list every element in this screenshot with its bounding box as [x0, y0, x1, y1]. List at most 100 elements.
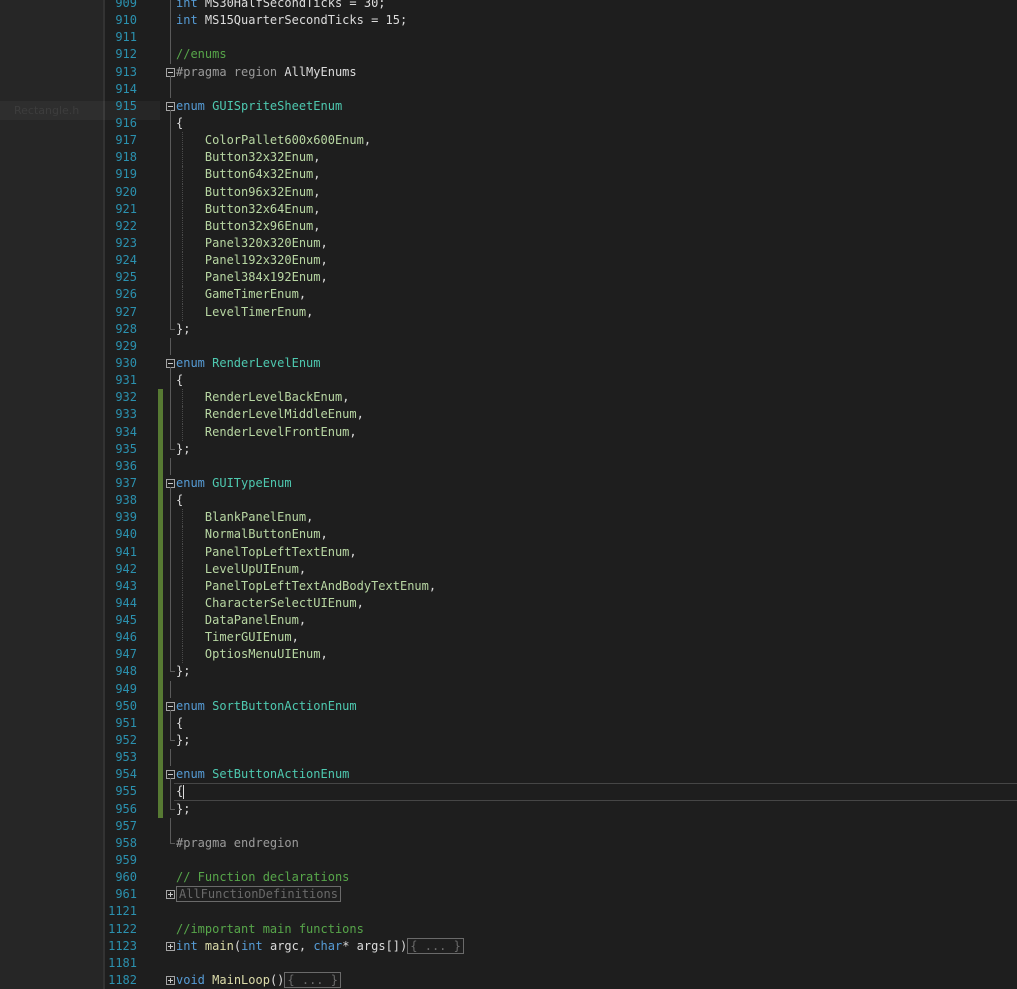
code-text[interactable]: // Function declarations [176, 869, 349, 886]
collapsed-region-box[interactable]: AllFunctionDefinitions [176, 886, 341, 903]
code-line[interactable]: 955 { [0, 783, 1017, 801]
code-line[interactable]: 912 //enums [0, 46, 1017, 64]
code-line[interactable]: 933 RenderLevelMiddleEnum, [0, 406, 1017, 424]
code-line[interactable]: 911 [0, 29, 1017, 47]
code-line[interactable]: 945 DataPanelEnum, [0, 612, 1017, 630]
code-line[interactable]: 947 OptiosMenuUIEnum, [0, 646, 1017, 664]
code-text[interactable]: }; [176, 732, 190, 749]
code-line[interactable]: 920 Button96x32Enum, [0, 183, 1017, 201]
code-line[interactable]: 921 Button32x64Enum, [0, 200, 1017, 218]
code-text[interactable]: { [176, 372, 183, 389]
code-text[interactable]: Button64x32Enum, [176, 166, 321, 183]
code-text[interactable]: { [176, 783, 185, 800]
code-line[interactable]: 944 CharacterSelectUIEnum, [0, 594, 1017, 613]
code-line[interactable]: 937 enum GUITypeEnum [0, 474, 1017, 493]
code-text[interactable]: CharacterSelectUIEnum, [176, 595, 364, 612]
code-line[interactable]: 917 ColorPallet600x600Enum, [0, 132, 1017, 150]
code-line[interactable]: 930 enum RenderLevelEnum [0, 355, 1017, 373]
code-line[interactable]: 909 int MS30HalfSecondTicks = 30; [0, 0, 1017, 13]
code-line[interactable]: 1182 void MainLoop(){ ... } [0, 972, 1017, 989]
code-text[interactable]: Panel192x320Enum, [176, 252, 328, 269]
code-text[interactable]: LevelTimerEnum, [176, 304, 313, 321]
code-text[interactable]: enum SortButtonActionEnum [176, 698, 357, 715]
code-line[interactable]: 958 #pragma endregion [0, 834, 1017, 852]
collapsed-region-box[interactable]: { ... } [284, 972, 341, 989]
code-text[interactable]: PanelTopLeftTextAndBodyTextEnum, [176, 578, 436, 595]
code-text[interactable]: { [176, 115, 183, 132]
code-line[interactable]: 957 [0, 817, 1017, 835]
code-text[interactable]: //enums [176, 46, 227, 63]
collapsed-region-box[interactable]: { ... } [407, 937, 464, 954]
code-line[interactable]: 1122 //important main functions [0, 921, 1017, 938]
code-line[interactable]: 934 RenderLevelFrontEnum, [0, 423, 1017, 441]
code-line[interactable]: 935}; [0, 440, 1017, 458]
code-text[interactable]: enum RenderLevelEnum [176, 355, 321, 372]
code-text[interactable]: int MS30HalfSecondTicks = 30; [176, 0, 386, 12]
code-text[interactable]: Button32x96Enum, [176, 218, 321, 235]
fold-expand-icon[interactable] [166, 976, 175, 986]
code-line[interactable]: 915 enum GUISpriteSheetEnum [0, 98, 1017, 116]
code-text[interactable]: Panel384x192Enum, [176, 269, 328, 286]
code-line[interactable]: 942 LevelUpUIEnum, [0, 560, 1017, 578]
code-text[interactable]: }; [176, 441, 190, 458]
code-text[interactable]: }; [176, 663, 190, 680]
code-line[interactable]: 924 Panel192x320Enum, [0, 252, 1017, 270]
code-line[interactable]: 936 [0, 457, 1017, 475]
code-line[interactable]: 927 LevelTimerEnum, [0, 303, 1017, 321]
code-text[interactable]: enum GUISpriteSheetEnum [176, 98, 342, 115]
code-line[interactable]: 910 int MS15QuarterSecondTicks = 15; [0, 12, 1017, 30]
code-line[interactable]: 952}; [0, 732, 1017, 750]
code-line[interactable]: 939 BlankPanelEnum, [0, 509, 1017, 527]
code-line[interactable]: 960 // Function declarations [0, 869, 1017, 886]
code-text[interactable]: Panel320x320Enum, [176, 235, 328, 252]
code-text[interactable]: { [176, 715, 183, 732]
code-line[interactable]: 922 Button32x96Enum, [0, 217, 1017, 235]
code-text[interactable]: }; [176, 321, 190, 338]
code-text[interactable]: GameTimerEnum, [176, 286, 306, 303]
code-line[interactable]: 961 AllFunctionDefinitions [0, 886, 1017, 903]
code-text[interactable]: enum SetButtonActionEnum [176, 766, 349, 783]
code-line[interactable]: 943 PanelTopLeftTextAndBodyTextEnum, [0, 577, 1017, 595]
code-text[interactable]: int MS15QuarterSecondTicks = 15; [176, 12, 407, 29]
code-text[interactable]: TimerGUIEnum, [176, 629, 299, 646]
code-line[interactable]: 953 [0, 749, 1017, 767]
code-text[interactable]: }; [176, 801, 190, 818]
code-line[interactable]: 931 { [0, 372, 1017, 390]
code-line[interactable]: 929 [0, 337, 1017, 355]
fold-expand-icon[interactable] [166, 941, 175, 951]
code-line[interactable]: 923 Panel320x320Enum, [0, 234, 1017, 253]
code-text[interactable]: RenderLevelFrontEnum, [176, 424, 357, 441]
code-text[interactable]: DataPanelEnum, [176, 612, 306, 629]
code-text[interactable]: PanelTopLeftTextEnum, [176, 544, 357, 561]
code-line[interactable]: 913 #pragma region AllMyEnums [0, 64, 1017, 82]
code-text[interactable]: { [176, 492, 183, 509]
code-text[interactable]: //important main functions [176, 921, 364, 938]
code-text[interactable]: LevelUpUIEnum, [176, 561, 306, 578]
code-line[interactable]: 956}; [0, 800, 1017, 818]
code-text[interactable]: #pragma region AllMyEnums [176, 64, 357, 81]
code-text[interactable]: ColorPallet600x600Enum, [176, 132, 371, 149]
code-editor[interactable]: 909 int MS30HalfSecondTicks = 30; 910 int M… [0, 0, 1017, 989]
code-text[interactable]: OptiosMenuUIEnum, [176, 646, 328, 663]
code-line[interactable]: 959 [0, 852, 1017, 869]
code-line[interactable]: 950 enum SortButtonActionEnum [0, 697, 1017, 716]
code-text[interactable]: RenderLevelBackEnum, [176, 389, 350, 406]
code-text[interactable]: AllFunctionDefinitions [176, 886, 341, 903]
code-line[interactable]: 949 [0, 680, 1017, 698]
code-text[interactable]: BlankPanelEnum, [176, 509, 313, 526]
code-line[interactable]: 914 [0, 80, 1017, 98]
code-text[interactable]: #pragma endregion [176, 835, 299, 852]
code-line[interactable]: 954 enum SetButtonActionEnum [0, 766, 1017, 785]
code-line[interactable]: 948}; [0, 663, 1017, 681]
code-text[interactable]: int main(int argc, char* args[]){ ... } [176, 937, 464, 955]
fold-expand-icon[interactable] [166, 890, 175, 900]
code-line[interactable]: 946 TimerGUIEnum, [0, 629, 1017, 647]
code-text[interactable]: RenderLevelMiddleEnum, [176, 406, 364, 423]
code-text[interactable]: Button32x32Enum, [176, 149, 321, 166]
code-text[interactable]: NormalButtonEnum, [176, 526, 328, 543]
code-line[interactable]: 938 { [0, 492, 1017, 510]
code-line[interactable]: 918 Button32x32Enum, [0, 149, 1017, 167]
code-line[interactable]: 1121 [0, 903, 1017, 920]
code-line[interactable]: 928}; [0, 320, 1017, 338]
code-text[interactable]: Button96x32Enum, [176, 184, 321, 201]
